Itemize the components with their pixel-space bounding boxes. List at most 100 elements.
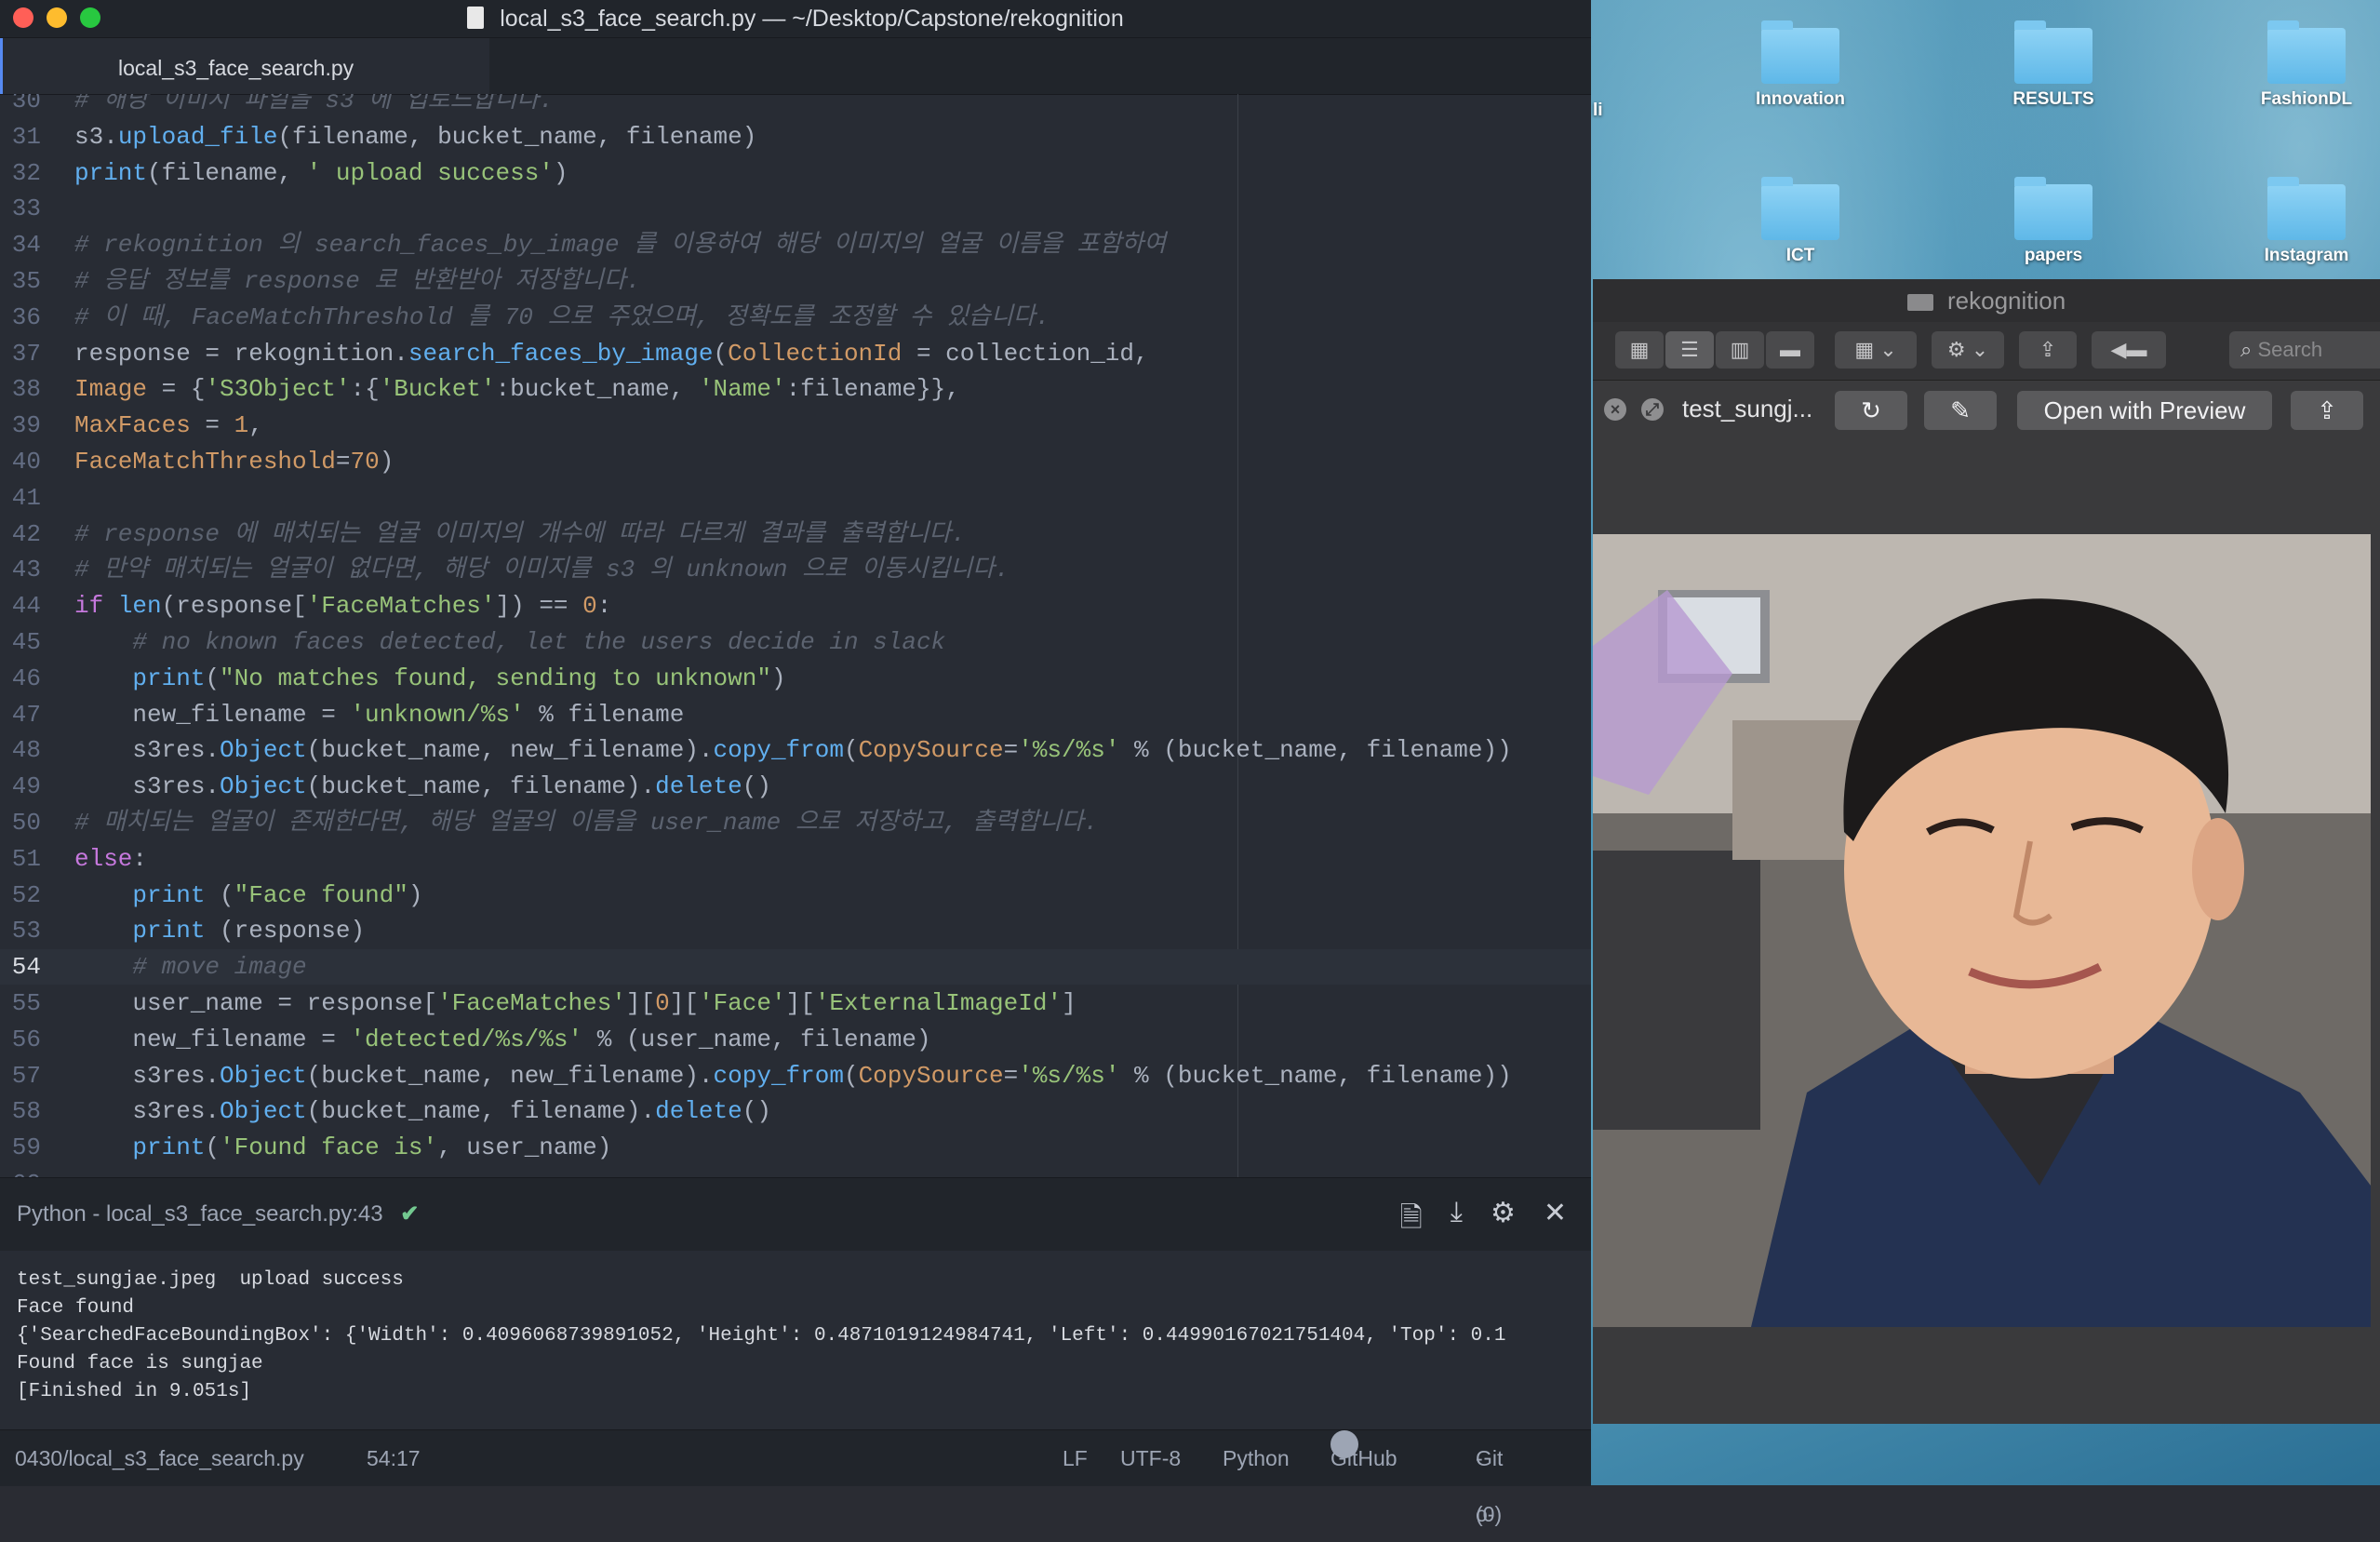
fullscreen-icon[interactable]: ⤢: [1641, 398, 1664, 421]
code-line[interactable]: 44 if len(response['FaceMatches']) == 0:: [0, 588, 1591, 624]
code-line[interactable]: 38 Image = {'S3Object':{'Bucket':bucket_n…: [0, 371, 1591, 407]
tab-local-s3-face-search[interactable]: local_s3_face_search.py: [0, 38, 489, 94]
line-number: 40: [11, 448, 41, 476]
copy-output-icon[interactable]: 🗎: [1400, 1197, 1423, 1244]
desktop-folder-ict[interactable]: ICT: [1721, 177, 1879, 266]
line-number: 56: [11, 1025, 41, 1053]
code-line[interactable]: 32 print(filename, ' upload success'): [0, 155, 1591, 191]
status-file-path[interactable]: 0430/local_s3_face_search.py: [15, 1430, 304, 1486]
share-button[interactable]: ⇪: [2291, 391, 2363, 430]
action-button[interactable]: ⚙ ⌄: [1932, 331, 2004, 369]
minimize-button[interactable]: [47, 7, 67, 28]
finder-bottom-area: [1593, 1327, 2380, 1424]
share-icon: ⇪: [2317, 396, 2337, 424]
success-check-icon: ✔: [400, 1201, 420, 1227]
line-number: 60: [0, 1166, 74, 1177]
tab-label: local_s3_face_search.py: [118, 56, 354, 80]
code-line[interactable]: 37 response = rekognition.search_faces_by…: [0, 336, 1591, 371]
code-line[interactable]: 43 # 만약 매치되는 얼굴이 없다면, 해당 이미지를 s3 의 unknow…: [0, 552, 1591, 587]
code-line[interactable]: 51 else:: [0, 841, 1591, 877]
code-line[interactable]: 42 # response 에 매치되는 얼굴 이미지의 개수에 따라 다르게 결…: [0, 516, 1591, 552]
code-line[interactable]: 53 print (response): [0, 913, 1591, 948]
markup-button[interactable]: ✎: [1924, 391, 1997, 430]
code-text: # no known faces detected, let the users…: [132, 628, 946, 656]
code-line[interactable]: 49 s3res.Object(bucket_name, filename).d…: [0, 769, 1591, 804]
line-number: 32: [11, 158, 41, 187]
code-line[interactable]: 46 print("No matches found, sending to u…: [0, 661, 1591, 696]
zoom-button[interactable]: [80, 7, 100, 28]
code-line[interactable]: 35 # 응답 정보를 response 로 반환받아 저장합니다.: [0, 263, 1591, 299]
view-columns-button[interactable]: ▥: [1716, 331, 1764, 369]
code-editor[interactable]: 30 # 해당 이미지 파일을 s3 에 업로드합니다. 31 s3.upload_f…: [0, 94, 1591, 1177]
code-line[interactable]: 36 # 이 때, FaceMatchThreshold 를 70 으로 주었으며…: [0, 300, 1591, 335]
view-icons-button[interactable]: ▦: [1615, 331, 1664, 369]
line-number: 37: [11, 339, 41, 368]
code-line[interactable]: 57 s3res.Object(bucket_name, new_filenam…: [0, 1058, 1591, 1093]
folder-label: FashionDL: [2260, 89, 2353, 109]
rotate-button[interactable]: ↻: [1835, 391, 1907, 430]
code-text: # 만약 매치되는 얼굴이 없다면, 해당 이미지를 s3 의 unknown …: [74, 556, 1009, 584]
finder-toolbar: ▦ ☰ ▥ ▬ ▦ ⌄ ⚙ ⌄ ⇪ ◀▬ ⌕ Search: [1593, 322, 2380, 381]
line-number: 53: [11, 917, 41, 945]
code-line[interactable]: 58 s3res.Object(bucket_name, filename).d…: [0, 1093, 1591, 1129]
settings-icon[interactable]: ⚙: [1491, 1197, 1516, 1244]
status-line-ending[interactable]: LF: [1063, 1430, 1088, 1486]
panel-title-text: Python - local_s3_face_search.py:43: [17, 1201, 383, 1227]
view-gallery-button[interactable]: ▬: [1766, 331, 1814, 369]
close-icon[interactable]: ×: [1604, 398, 1626, 421]
search-field[interactable]: ⌕ Search: [2229, 331, 2380, 369]
code-text: MaxFaces = 1,: [74, 411, 263, 440]
code-line[interactable]: 55 user_name = response['FaceMatches'][0…: [0, 986, 1591, 1021]
view-list-button[interactable]: ☰: [1665, 331, 1714, 369]
status-cursor-position[interactable]: 54:17: [367, 1430, 421, 1486]
code-line[interactable]: 41: [0, 480, 1591, 516]
quicklook-filename: test_sungj...: [1682, 395, 1813, 422]
grid-icon: ▦: [1629, 338, 1650, 361]
output-console[interactable]: test_sungjae.jpeg upload success Face fo…: [0, 1251, 1591, 1429]
group-button[interactable]: ▦ ⌄: [1835, 331, 1917, 369]
code-line[interactable]: 60: [0, 1166, 1591, 1177]
panel-actions: 🗎 ⤓ ⚙ ✕: [1400, 1197, 1567, 1244]
code-line[interactable]: 47 new_filename = 'unknown/%s' % filenam…: [0, 697, 1591, 732]
code-text: new_filename = 'detected/%s/%s' % (user_…: [74, 1025, 931, 1053]
desktop-folder-results[interactable]: RESULTS: [1974, 20, 2133, 110]
status-encoding[interactable]: UTF-8: [1120, 1430, 1181, 1486]
code-line[interactable]: 56 new_filename = 'detected/%s/%s' % (us…: [0, 1022, 1591, 1057]
code-line[interactable]: 45 # no known faces detected, let the us…: [0, 624, 1591, 660]
desktop-folder-innovation[interactable]: Innovation: [1721, 20, 1879, 110]
close-button[interactable]: [13, 7, 33, 28]
code-line[interactable]: 33: [0, 191, 1591, 226]
code-line[interactable]: 48 s3res.Object(bucket_name, new_filenam…: [0, 732, 1591, 768]
finder-titlebar: rekognition: [1593, 279, 2380, 322]
line-number: 47: [11, 700, 41, 729]
code-line[interactable]: 31 s3.upload_file(filename, bucket_name, …: [0, 119, 1591, 154]
output-line: {'SearchedFaceBoundingBox': {'Width': 0.…: [17, 1325, 1506, 1347]
code-text: # response 에 매치되는 얼굴 이미지의 개수에 따라 다르게 결과를…: [74, 519, 966, 548]
code-line[interactable]: 59 print('Found face is', user_name): [0, 1130, 1591, 1165]
open-with-preview-button[interactable]: Open with Preview: [2017, 391, 2272, 430]
share-button[interactable]: ⇪: [2019, 331, 2077, 369]
code-line[interactable]: 52 print ("Face found"): [0, 878, 1591, 913]
code-text: s3.upload_file(filename, bucket_name, fi…: [74, 122, 757, 151]
status-grammar[interactable]: Python: [1223, 1430, 1290, 1486]
code-text: print (response): [132, 917, 366, 945]
quicklook-toolbar: × ⤢ test_sungj... ↻ ✎ Open with Preview …: [1593, 383, 2380, 437]
code-line[interactable]: 34 # rekognition 의 search_faces_by_image …: [0, 227, 1591, 262]
output-line: Found face is sungjae: [17, 1353, 263, 1374]
rotate-icon: ↻: [1861, 396, 1881, 424]
tags-button[interactable]: ◀▬: [2092, 331, 2166, 369]
code-line[interactable]: 30 # 해당 이미지 파일을 s3 에 업로드합니다.: [0, 94, 1591, 118]
desktop-folder-papers[interactable]: papers: [1974, 177, 2133, 266]
code-line[interactable]: 54 # move image: [0, 949, 1591, 986]
desktop-folder-fashiondl[interactable]: FashionDL: [2227, 20, 2380, 110]
line-number: 30: [11, 94, 41, 114]
folder-label: Innovation: [1755, 89, 1846, 109]
close-icon[interactable]: ✕: [1544, 1197, 1567, 1244]
download-icon[interactable]: ⤓: [1451, 1197, 1463, 1244]
gallery-icon: ▬: [1780, 338, 1800, 361]
desktop-folder-instagram[interactable]: Instagram: [2227, 177, 2380, 266]
editor-window: local_s3_face_search.py — ~/Desktop/Caps…: [0, 0, 1591, 1526]
code-line[interactable]: 39 MaxFaces = 1,: [0, 408, 1591, 443]
code-line[interactable]: 50 # 매치되는 얼굴이 존재한다면, 해당 얼굴의 이름을 user_name…: [0, 805, 1591, 840]
code-line[interactable]: 40 FaceMatchThreshold=70): [0, 444, 1591, 479]
